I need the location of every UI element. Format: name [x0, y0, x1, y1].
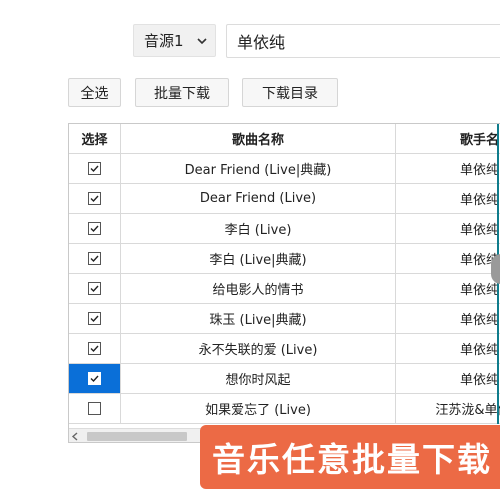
table-row[interactable]: 永不失联的爱 (Live) 单依纯: [69, 334, 500, 364]
checkmark-icon: [90, 195, 99, 203]
song-title-cell[interactable]: 李白 (Live|典藏): [121, 244, 396, 274]
song-title-cell[interactable]: 想你时风起: [121, 364, 396, 394]
checkbox-checked[interactable]: [88, 222, 101, 235]
checkmark-icon: [90, 345, 99, 353]
column-divider-accent: [497, 214, 499, 244]
row-select-cell[interactable]: [69, 364, 121, 394]
side-scroll-handle[interactable]: [491, 254, 500, 284]
column-header-artist[interactable]: 歌手名: [396, 124, 500, 154]
song-title-cell[interactable]: Dear Friend (Live): [121, 184, 396, 214]
music-downloader-window: 音源1 单依纯 全选 批量下载 下载目录 选择 歌曲名称 歌手名 Dear Fr…: [0, 0, 500, 500]
table-row[interactable]: Dear Friend (Live|典藏) 单依纯: [69, 154, 500, 184]
checkbox-checked[interactable]: [88, 282, 101, 295]
checkmark-icon: [90, 285, 99, 293]
promo-banner: 音乐任意批量下载: [200, 425, 500, 489]
table-row[interactable]: 给电影人的情书 单依纯: [69, 274, 500, 304]
song-table: 选择 歌曲名称 歌手名 Dear Friend (Live|典藏) 单依纯 Dear…: [68, 123, 500, 443]
column-divider-accent: [497, 154, 499, 184]
artist-cell[interactable]: 单依纯: [396, 364, 500, 394]
song-title-cell[interactable]: 珠玉 (Live|典藏): [121, 304, 396, 334]
song-title-cell[interactable]: 李白 (Live): [121, 214, 396, 244]
artist-cell[interactable]: 单依纯: [396, 334, 500, 364]
batch-download-button[interactable]: 批量下载: [135, 78, 229, 107]
artist-cell[interactable]: 单依纯: [396, 154, 500, 184]
row-select-cell[interactable]: [69, 154, 121, 184]
checkbox-checked[interactable]: [88, 192, 101, 205]
column-divider-accent: [497, 304, 499, 334]
checkmark-icon: [90, 315, 99, 323]
checkbox-checked[interactable]: [88, 372, 101, 385]
artist-cell[interactable]: 单依纯: [396, 244, 500, 274]
checkbox-unchecked[interactable]: [88, 402, 101, 415]
scrollbar-thumb[interactable]: [87, 432, 187, 441]
table-row[interactable]: 珠玉 (Live|典藏) 单依纯: [69, 304, 500, 334]
song-title-cell[interactable]: 给电影人的情书: [121, 274, 396, 304]
checkmark-icon: [90, 375, 99, 383]
row-select-cell[interactable]: [69, 244, 121, 274]
chevron-down-icon: [197, 38, 207, 45]
select-all-button[interactable]: 全选: [68, 78, 121, 107]
scroll-left-arrow-icon[interactable]: [71, 432, 80, 441]
checkbox-checked[interactable]: [88, 312, 101, 325]
song-title-cell[interactable]: 永不失联的爱 (Live): [121, 334, 396, 364]
row-select-cell[interactable]: [69, 214, 121, 244]
song-title-cell[interactable]: Dear Friend (Live|典藏): [121, 154, 396, 184]
table-row[interactable]: Dear Friend (Live) 单依纯: [69, 184, 500, 214]
column-divider-accent: [497, 364, 499, 394]
source-select[interactable]: 音源1: [133, 24, 216, 57]
artist-cell[interactable]: 单依纯: [396, 214, 500, 244]
column-header-select[interactable]: 选择: [69, 124, 121, 154]
checkbox-checked[interactable]: [88, 342, 101, 355]
download-directory-button[interactable]: 下载目录: [242, 78, 338, 107]
checkbox-checked[interactable]: [88, 162, 101, 175]
checkmark-icon: [90, 165, 99, 173]
column-divider-accent: [497, 334, 499, 364]
table-header-row: 选择 歌曲名称 歌手名: [69, 124, 500, 154]
search-input[interactable]: 单依纯: [226, 24, 500, 58]
table-row[interactable]: 李白 (Live) 单依纯: [69, 214, 500, 244]
artist-cell[interactable]: 单依纯: [396, 274, 500, 304]
column-divider-accent: [497, 184, 499, 214]
song-title-cell[interactable]: 如果爱忘了 (Live): [121, 394, 396, 424]
search-input-value: 单依纯: [237, 33, 286, 52]
column-header-song-title[interactable]: 歌曲名称: [121, 124, 396, 154]
row-select-cell[interactable]: [69, 304, 121, 334]
source-select-value: 音源1: [144, 32, 184, 50]
checkmark-icon: [90, 225, 99, 233]
checkmark-icon: [90, 255, 99, 263]
row-select-cell[interactable]: [69, 184, 121, 214]
row-select-cell[interactable]: [69, 334, 121, 364]
promo-banner-text: 音乐任意批量下载: [212, 440, 492, 479]
artist-cell[interactable]: 单依纯: [396, 304, 500, 334]
checkbox-checked[interactable]: [88, 252, 101, 265]
column-divider-accent: [497, 394, 499, 424]
artist-cell[interactable]: 单依纯: [396, 184, 500, 214]
column-divider-accent: [497, 124, 499, 154]
row-select-cell[interactable]: [69, 394, 121, 424]
table-row[interactable]: 如果爱忘了 (Live)汪苏泷&单依纯: [69, 394, 500, 424]
row-select-cell[interactable]: [69, 274, 121, 304]
table-row[interactable]: 想你时风起 单依纯: [69, 364, 500, 394]
artist-cell[interactable]: 汪苏泷&单依纯: [396, 394, 500, 424]
table-row[interactable]: 李白 (Live|典藏) 单依纯: [69, 244, 500, 274]
